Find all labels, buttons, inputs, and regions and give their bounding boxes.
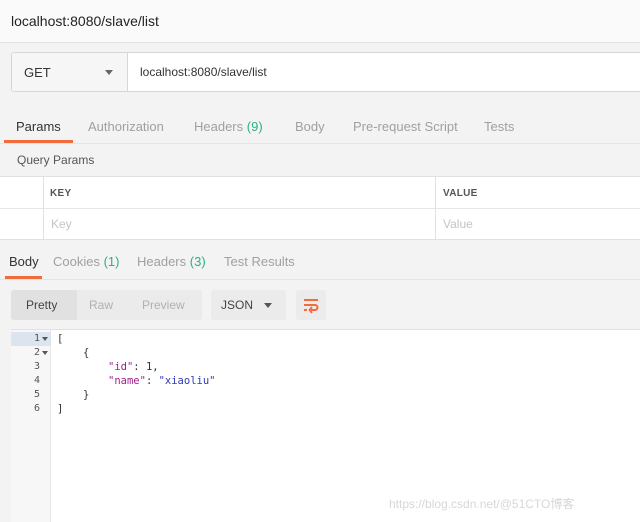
response-tabs: Body Cookies (1) Headers (3) Test Result… [0, 244, 640, 280]
active-tab-indicator [4, 140, 73, 143]
active-response-tab-indicator [5, 276, 42, 279]
tab-headers-label: Headers [194, 119, 244, 134]
param-value-input[interactable] [436, 209, 640, 239]
code-text: "name": "xiaoliu" [108, 375, 216, 387]
line-number: 4 [33, 375, 40, 386]
request-url-bar: GET [11, 52, 640, 92]
query-params-table: KEY VALUE [0, 176, 640, 240]
watermark: https://blog.csdn.net/@51CTO博客 [389, 497, 575, 511]
json-number: 1 [145, 361, 153, 373]
tab-prerequest-script[interactable]: Pre-request Script [353, 119, 458, 134]
raw-button[interactable]: Raw [89, 298, 113, 312]
format-select[interactable]: JSON [211, 290, 286, 320]
code-line: 4 "name": "xiaoliu" [11, 374, 640, 388]
headers-count: (9) [246, 119, 263, 134]
line-number: 1 [33, 333, 40, 344]
key-column-header: KEY [50, 188, 72, 199]
json-key: "name" [108, 375, 146, 387]
pretty-button[interactable]: Pretty [26, 298, 57, 312]
fold-arrow-icon[interactable] [42, 337, 48, 341]
param-key-input[interactable] [44, 209, 434, 239]
code-line: 1 [ [11, 332, 640, 346]
line-number: 5 [33, 389, 40, 400]
tab-body[interactable]: Body [295, 119, 325, 134]
window-title: localhost:8080/slave/list [11, 13, 159, 29]
json-string: "xiaoliu" [158, 375, 216, 387]
tab-authorization[interactable]: Authorization [88, 119, 164, 134]
request-tabs: Params Authorization Headers (9) Body Pr… [0, 106, 640, 144]
format-label: JSON [221, 298, 254, 312]
response-headers-count: (3) [189, 254, 206, 269]
url-input[interactable] [129, 53, 640, 91]
cookies-label: Cookies [53, 254, 100, 269]
preview-button[interactable]: Preview [142, 298, 185, 312]
wrap-lines-icon [304, 299, 319, 314]
title-bar: localhost:8080/slave/list [0, 0, 640, 43]
view-mode-group: Pretty Raw Preview [11, 290, 202, 320]
tab-headers[interactable]: Headers (9) [194, 119, 263, 134]
response-tab-test-results[interactable]: Test Results [224, 254, 295, 269]
response-tab-headers[interactable]: Headers (3) [137, 254, 206, 269]
line-number: 6 [33, 403, 40, 414]
code-line: 5 } [11, 388, 640, 402]
code-text: ] [57, 403, 64, 415]
fold-arrow-icon[interactable] [42, 351, 48, 355]
tab-params[interactable]: Params [16, 119, 61, 134]
code-text: [ [57, 333, 64, 345]
code-text: } [83, 389, 90, 401]
chevron-down-icon [264, 303, 272, 308]
line-number: 3 [33, 361, 40, 372]
method-select[interactable]: GET [12, 53, 128, 91]
wrap-lines-button[interactable] [296, 290, 326, 320]
line-number: 2 [33, 347, 40, 358]
query-params-title: Query Params [17, 153, 95, 167]
code-text: { [83, 347, 90, 359]
cookies-count: (1) [103, 254, 120, 269]
code-line: 2 { [11, 346, 640, 360]
response-body-editor[interactable]: 1 [ 2 { 3 "id": 1, 4 "name": "xiaoliu" 5… [11, 329, 640, 522]
code-line: 3 "id": 1, [11, 360, 640, 374]
response-headers-label: Headers [137, 254, 187, 269]
json-key: "id" [108, 361, 134, 373]
response-tab-body[interactable]: Body [9, 254, 39, 269]
chevron-down-icon [105, 70, 113, 75]
method-label: GET [24, 65, 51, 80]
code-line: 6 ] [11, 402, 640, 416]
tab-tests[interactable]: Tests [484, 119, 514, 134]
value-column-header: VALUE [443, 188, 478, 199]
code-text: "id": 1, [108, 361, 159, 373]
response-tab-cookies[interactable]: Cookies (1) [53, 254, 119, 269]
